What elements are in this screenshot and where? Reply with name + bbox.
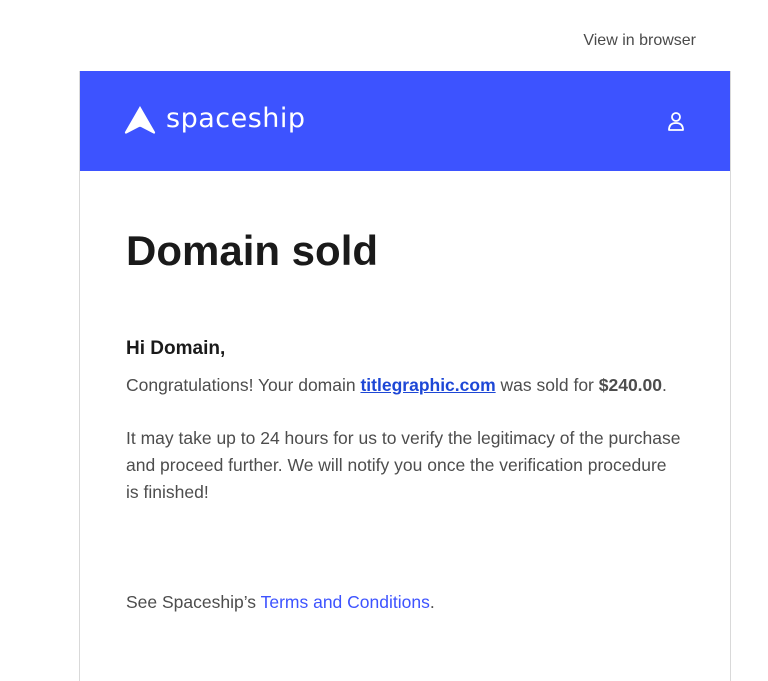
top-bar: View in browser — [0, 0, 768, 71]
view-in-browser-link[interactable]: View in browser — [583, 32, 696, 50]
email-card: spaceship Domain sold Hi Domain, Congrat… — [79, 71, 731, 681]
verification-paragraph: It may take up to 24 hours for us to ver… — [126, 428, 681, 502]
page-title: Domain sold — [126, 227, 379, 274]
congrats-paragraph: Congratulations! Your domain titlegraphi… — [126, 372, 684, 399]
terms-link[interactable]: Terms and Conditions — [261, 592, 430, 612]
rocket-triangle-icon — [124, 106, 156, 134]
brand-name: spaceship — [166, 102, 306, 134]
terms-paragraph: See Spaceship’s Terms and Conditions. — [126, 592, 684, 613]
email-header: spaceship — [80, 71, 730, 171]
email-body: Domain sold Hi Domain, Congratulations! … — [80, 171, 730, 613]
domain-link[interactable]: titlegraphic.com — [360, 375, 495, 395]
sale-price: $240.00 — [598, 375, 663, 395]
user-icon[interactable] — [667, 111, 685, 136]
congrats-prefix: Congratulations! Your domain — [126, 375, 361, 395]
terms-suffix: . — [429, 592, 435, 612]
brand-logo[interactable]: spaceship — [124, 105, 306, 135]
congrats-middle: was sold for — [495, 375, 599, 395]
greeting: Hi Domain, — [126, 338, 226, 359]
congrats-suffix: . — [662, 375, 667, 395]
terms-prefix: See Spaceship’s — [126, 592, 261, 612]
